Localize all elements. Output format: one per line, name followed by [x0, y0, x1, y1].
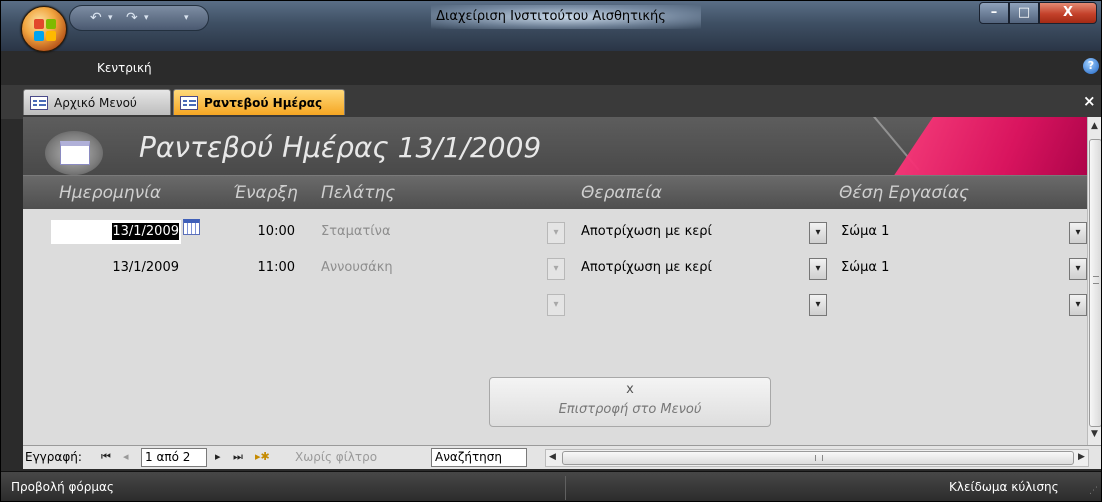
position-field[interactable]: Σώμα 1: [841, 256, 1061, 280]
tab-main-menu[interactable]: Αρχικό Μενού: [23, 89, 171, 115]
title-bar: ↶ ▾ ↷ ▾ ▾ Διαχείριση Ινστιτούτου Αισθητι…: [1, 1, 1101, 52]
no-filter-button[interactable]: Χωρίς φίλτρο: [295, 450, 377, 464]
scroll-up-icon[interactable]: ▲: [1091, 121, 1098, 131]
form-card-icon: [60, 141, 90, 165]
position-field[interactable]: [841, 292, 1061, 316]
column-header-date: Ημερομηνία: [59, 183, 162, 203]
client-field[interactable]: [321, 292, 541, 316]
status-divider: [565, 476, 566, 500]
position-dropdown-button[interactable]: ▾: [1069, 294, 1087, 316]
next-record-icon[interactable]: ▸: [215, 450, 221, 464]
back-to-menu-button[interactable]: x Επιστροφή στο Μενού: [489, 377, 771, 427]
tab-daily-appointments[interactable]: Ραντεβού Ημέρας: [173, 89, 345, 115]
date-field[interactable]: 13/1/2009: [51, 256, 181, 280]
therapy-dropdown-button[interactable]: ▾: [809, 258, 827, 280]
appointments-form: Ραντεβού Ημέρας 13/1/2009 Ημερομηνία Ένα…: [23, 117, 1087, 445]
office-button[interactable]: [21, 6, 67, 52]
calendar-icon[interactable]: [183, 219, 200, 235]
scroll-lock-indicator: Κλείδωμα κύλισης: [949, 480, 1059, 494]
record-label: Εγγραφή:: [25, 450, 82, 464]
resize-grip-icon[interactable]: ⋰: [1089, 486, 1099, 498]
date-value: 13/1/2009: [112, 223, 179, 240]
window-title: Διαχείριση Ινστιτούτου Αισθητικής: [436, 9, 666, 24]
minimize-button[interactable]: –: [979, 2, 1009, 24]
position-field[interactable]: Σώμα 1: [841, 220, 1061, 244]
new-record-row: ▾ ▾ ▾: [23, 289, 1087, 321]
client-dropdown-button[interactable]: ▾: [547, 258, 565, 280]
therapy-dropdown-button[interactable]: ▾: [809, 294, 827, 316]
status-bar: Προβολή φόρμας Κλείδωμα κύλισης ⋰: [1, 471, 1101, 501]
form-icon: [180, 95, 198, 110]
date-field[interactable]: [51, 292, 181, 316]
client-field[interactable]: Σταματίνα: [321, 220, 541, 244]
tab-label: Ραντεβού Ημέρας: [204, 95, 323, 110]
pink-decoration: [893, 117, 1087, 177]
access-window: ↶ ▾ ↷ ▾ ▾ Διαχείριση Ινστιτούτου Αισθητι…: [0, 0, 1102, 502]
appointment-row: 13/1/2009 10:00 Σταματίνα ▾ Αποτρίχωση μ…: [23, 217, 1087, 249]
redo-icon[interactable]: ↷: [126, 9, 138, 27]
form-icon: [30, 95, 48, 110]
last-record-icon[interactable]: ⏭: [233, 450, 243, 464]
therapy-field[interactable]: Αποτρίχωση με κερί: [581, 220, 801, 244]
start-time[interactable]: 11:00: [235, 256, 295, 280]
undo-icon[interactable]: ↶: [90, 9, 102, 27]
office-logo-icon: [34, 19, 56, 41]
new-record-icon[interactable]: ▸✱: [255, 450, 270, 464]
therapy-dropdown-button[interactable]: ▾: [809, 222, 827, 244]
record-navigation-bar: Εγγραφή: ⏮ ◂ 1 από 2 ▸ ⏭ ▸✱ Χωρίς φίλτρο…: [23, 445, 1101, 469]
tab-label: Αρχικό Μενού: [54, 95, 137, 110]
document-tabs: Αρχικό Μενού Ραντεβού Ημέρας ×: [1, 85, 1101, 119]
quick-access-toolbar: ↶ ▾ ↷ ▾ ▾: [69, 5, 209, 31]
view-mode-label: Προβολή φόρμας: [11, 480, 114, 494]
customize-toolbar-icon[interactable]: ▾: [184, 9, 189, 27]
form-title: Ραντεβού Ημέρας 13/1/2009: [139, 131, 542, 164]
position-dropdown-button[interactable]: ▾: [1069, 222, 1087, 244]
back-to-menu-label: Επιστροφή στο Μενού: [558, 402, 702, 417]
horizontal-scroll-thumb[interactable]: [562, 451, 1074, 465]
start-time[interactable]: [235, 292, 295, 316]
form-header-icon: [45, 131, 103, 175]
column-header-therapy: Θεραπεία: [581, 183, 662, 203]
horizontal-scrollbar[interactable]: ◀ ▶: [545, 449, 1089, 467]
scroll-grip: [1093, 276, 1099, 284]
therapy-field[interactable]: [581, 292, 801, 316]
start-time[interactable]: 10:00: [235, 220, 295, 244]
client-field[interactable]: Αννουσάκη: [321, 256, 541, 280]
date-input[interactable]: 13/1/2009: [51, 220, 181, 244]
column-header-position: Θέση Εργασίας: [839, 183, 970, 203]
help-icon[interactable]: ?: [1083, 58, 1099, 74]
close-window-button[interactable]: X: [1039, 2, 1097, 24]
search-input[interactable]: Αναζήτηση: [431, 448, 527, 467]
maximize-button[interactable]: □: [1009, 2, 1039, 24]
client-dropdown-button[interactable]: ▾: [547, 222, 565, 244]
ribbon-tab-home[interactable]: Κεντρική: [97, 61, 152, 75]
vertical-scrollbar[interactable]: ▲ ▼: [1087, 117, 1101, 445]
client-dropdown-button[interactable]: ▾: [547, 294, 565, 316]
close-tab-icon[interactable]: ×: [1083, 92, 1096, 110]
undo-dropdown-icon[interactable]: ▾: [108, 9, 113, 27]
scroll-right-icon[interactable]: ▶: [1078, 452, 1085, 462]
scroll-left-icon[interactable]: ◀: [549, 452, 556, 462]
vertical-scroll-thumb[interactable]: [1089, 139, 1101, 427]
column-header-client: Πελάτης: [321, 183, 396, 203]
scroll-down-icon[interactable]: ▼: [1091, 429, 1098, 439]
therapy-field[interactable]: Αποτρίχωση με κερί: [581, 256, 801, 280]
previous-record-icon[interactable]: ◂: [123, 450, 129, 464]
redo-dropdown-icon[interactable]: ▾: [144, 9, 149, 27]
form-header: Ραντεβού Ημέρας 13/1/2009 Ημερομηνία Ένα…: [23, 117, 1087, 209]
current-record-input[interactable]: 1 από 2: [141, 448, 207, 467]
scroll-grip: [815, 455, 823, 461]
position-dropdown-button[interactable]: ▾: [1069, 258, 1087, 280]
first-record-icon[interactable]: ⏮: [101, 450, 111, 464]
column-header-start: Έναρξη: [233, 183, 298, 203]
close-x-icon: x: [626, 382, 634, 397]
appointment-row: 13/1/2009 11:00 Αννουσάκη ▾ Αποτρίχωση μ…: [23, 253, 1087, 285]
